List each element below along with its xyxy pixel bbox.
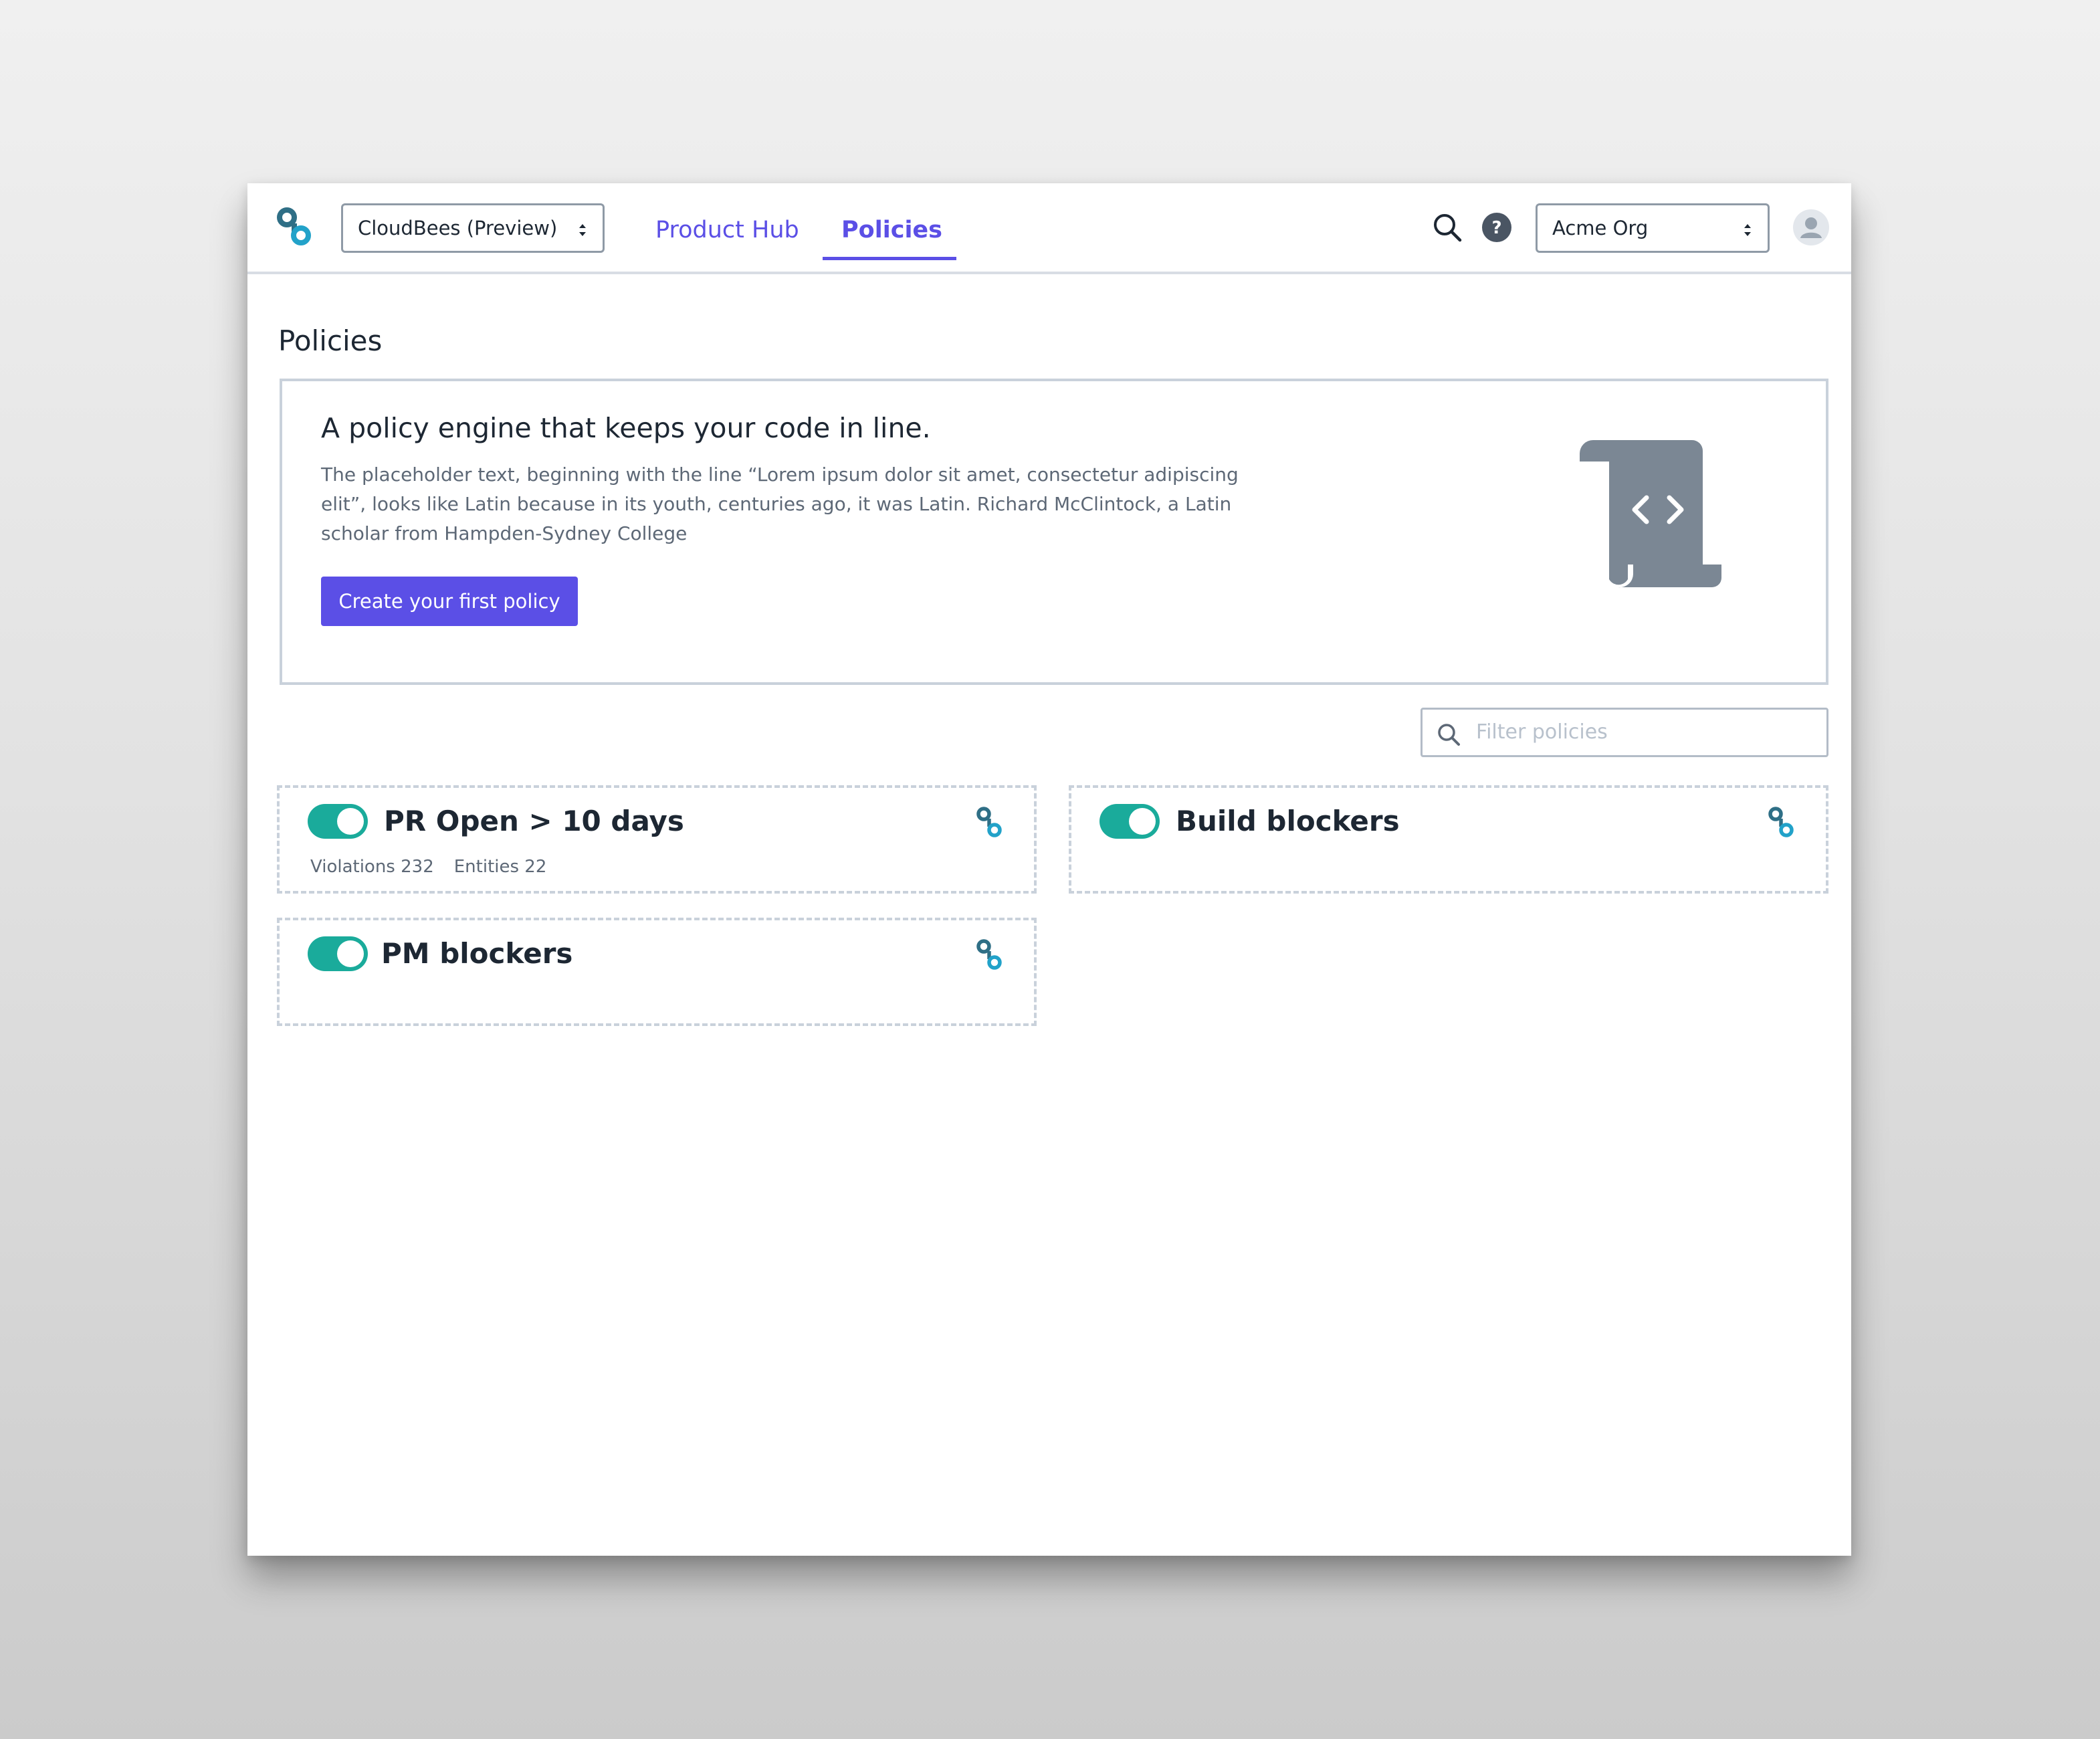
toggle-knob xyxy=(1129,808,1156,835)
page-title: Policies xyxy=(278,324,383,357)
toggle-knob xyxy=(337,940,364,967)
tab-product-hub[interactable]: Product Hub xyxy=(655,210,799,250)
policy-stats: Violations 232 Entities 22 xyxy=(310,853,546,880)
policy-title: PR Open > 10 days xyxy=(384,805,684,837)
policy-card[interactable]: PM blockers xyxy=(277,918,1037,1026)
banner-title: A policy engine that keeps your code in … xyxy=(321,412,931,444)
tab-policies[interactable]: Policies xyxy=(841,210,942,250)
cloudbees-link-icon[interactable] xyxy=(975,805,1007,841)
policy-toggle[interactable] xyxy=(1099,804,1160,839)
policy-violations: Violations 232 xyxy=(310,857,434,877)
top-navigation-bar: CloudBees (Preview) Product Hub Policies… xyxy=(247,183,1851,274)
policy-card[interactable]: PR Open > 10 days Violations 232 Entities… xyxy=(277,785,1037,894)
policy-title: Build blockers xyxy=(1176,805,1400,837)
org-select[interactable]: Acme Org xyxy=(1536,203,1770,253)
policy-card[interactable]: Build blockers xyxy=(1069,785,1828,894)
policy-title: PM blockers xyxy=(381,937,573,970)
policy-toggle[interactable] xyxy=(308,936,368,971)
filter-policies-input[interactable]: Filter policies xyxy=(1421,708,1828,757)
svg-text:?: ? xyxy=(1491,218,1501,238)
select-arrows-icon xyxy=(1744,224,1751,236)
search-icon xyxy=(1438,724,1460,746)
app-window: CloudBees (Preview) Product Hub Policies… xyxy=(247,183,1851,1556)
cloudbees-link-icon[interactable] xyxy=(975,938,1007,974)
banner-description: The placeholder text, beginning with the… xyxy=(321,464,1239,544)
help-icon[interactable]: ? xyxy=(1481,211,1513,243)
intro-banner: A policy engine that keeps your code in … xyxy=(280,379,1828,685)
toggle-knob xyxy=(337,808,364,835)
active-tab-indicator xyxy=(823,257,956,260)
product-select[interactable]: CloudBees (Preview) xyxy=(341,203,605,253)
cloudbees-link-icon[interactable] xyxy=(1767,805,1799,841)
cloudbees-logo-icon[interactable] xyxy=(276,206,316,249)
filter-placeholder: Filter policies xyxy=(1476,720,1608,744)
policy-entities: Entities 22 xyxy=(453,857,547,877)
select-arrows-icon xyxy=(579,224,586,236)
avatar-icon[interactable] xyxy=(1792,209,1830,246)
create-first-policy-button[interactable]: Create your first policy xyxy=(321,577,578,626)
product-select-value: CloudBees (Preview) xyxy=(358,217,558,239)
search-icon[interactable] xyxy=(1431,211,1463,243)
org-select-value: Acme Org xyxy=(1552,217,1649,239)
policy-toggle[interactable] xyxy=(308,804,368,839)
code-scroll-icon xyxy=(1580,440,1721,588)
